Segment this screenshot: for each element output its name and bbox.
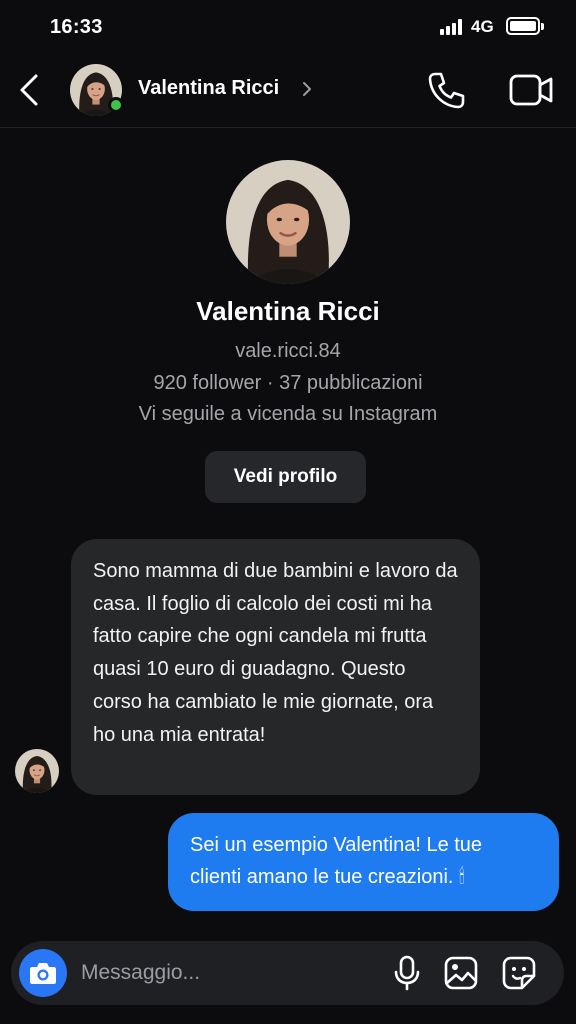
header-contact-name[interactable]: Valentina Ricci (138, 77, 279, 100)
profile-name: Valentina Ricci (196, 296, 380, 326)
microphone-button[interactable] (393, 955, 421, 991)
message-input[interactable] (81, 957, 371, 989)
outgoing-message[interactable]: Sei un esempio Valentina! Le tue clienti… (168, 813, 559, 911)
message-composer (11, 941, 564, 1005)
video-call-button[interactable] (508, 70, 554, 110)
camera-icon (30, 963, 56, 984)
status-bar: 16:33 4G (0, 0, 576, 56)
sticker-button[interactable] (502, 956, 536, 990)
chevron-right-icon[interactable] (302, 80, 312, 98)
back-arrow-icon (20, 74, 38, 106)
online-status-indicator (108, 97, 124, 113)
battery-icon (506, 17, 540, 35)
network-type: 4G (471, 17, 494, 36)
sticker-icon (502, 956, 536, 990)
view-profile-button[interactable]: Vedi profilo (205, 451, 366, 503)
voice-call-button[interactable] (426, 69, 468, 111)
profile-stats: 920 follower · 37 pubblicazioni (153, 372, 423, 394)
incoming-message[interactable]: Sono mamma di due bambini e lavoro da ca… (71, 539, 480, 795)
back-button[interactable] (14, 70, 48, 110)
sender-avatar[interactable] (15, 749, 59, 793)
microphone-icon (394, 955, 420, 991)
phone-icon (428, 72, 465, 109)
profile-avatar[interactable] (226, 160, 350, 284)
camera-button[interactable] (19, 949, 67, 997)
signal-strength-icon (440, 19, 464, 35)
gallery-icon (444, 956, 478, 990)
profile-mutual-follow: Vi seguile a vicenda su Instagram (138, 403, 438, 425)
gallery-button[interactable] (444, 956, 478, 990)
video-camera-icon (509, 74, 553, 106)
status-time: 16:33 (50, 16, 103, 38)
chat-header: Valentina Ricci (0, 56, 576, 128)
profile-username: vale.ricci.84 (235, 340, 341, 362)
battery-tip (541, 23, 544, 30)
